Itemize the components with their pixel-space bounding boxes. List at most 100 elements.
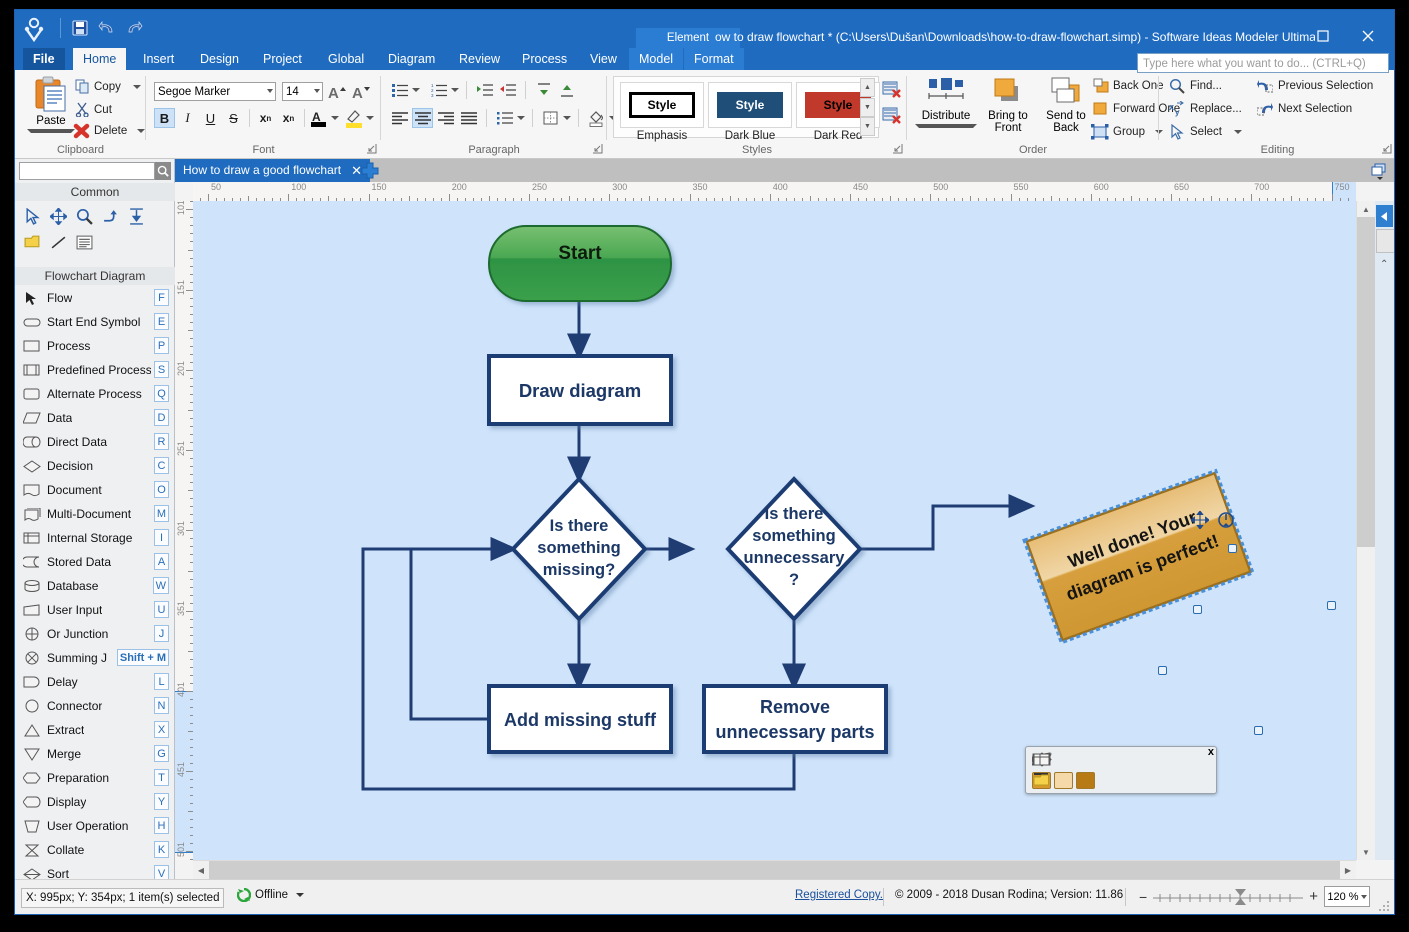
panel-toggle-icon[interactable]: [1369, 162, 1391, 180]
shape-item-collate[interactable]: CollateK: [15, 838, 174, 862]
zoom-out-button[interactable]: −: [1139, 889, 1147, 905]
undo-icon[interactable]: [97, 18, 117, 38]
shape-item-database[interactable]: DatabaseW: [15, 574, 174, 598]
numbered-list-button[interactable]: 123: [428, 80, 449, 100]
select-button[interactable]: Select: [1169, 124, 1242, 140]
shape-item-connector[interactable]: ConnectorN: [15, 694, 174, 718]
nav-caret-icon[interactable]: ⌃: [1380, 259, 1388, 270]
numbered-list-arrow[interactable]: [451, 88, 459, 92]
move-tool-icon[interactable]: [48, 206, 68, 226]
shape-item-multi-document[interactable]: Multi-DocumentM: [15, 502, 174, 526]
delete-button[interactable]: Delete: [73, 123, 145, 139]
swatch-light[interactable]: [1054, 772, 1073, 789]
decrease-indent-button[interactable]: [497, 80, 518, 100]
shape-item-process[interactable]: ProcessP: [15, 334, 174, 358]
handle-top-center[interactable]: [1228, 544, 1237, 553]
line-spacing-button[interactable]: [494, 108, 515, 128]
shape-item-stored-data[interactable]: Stored DataA: [15, 550, 174, 574]
font-dialog-launcher[interactable]: [366, 144, 377, 155]
registered-copy-link[interactable]: Registered Copy.: [795, 889, 883, 901]
diamond-icon[interactable]: [1078, 752, 1098, 767]
distribute-arrow[interactable]: [915, 124, 977, 128]
vertical-scroll-thumb[interactable]: [1357, 217, 1375, 547]
font-family-combo[interactable]: Segoe Marker: [154, 82, 276, 101]
highlight-button[interactable]: [345, 108, 374, 128]
font-color-arrow[interactable]: [331, 116, 339, 120]
paste-dropdown-arrow[interactable]: [27, 129, 75, 133]
line-spacing-arrow[interactable]: [517, 116, 525, 120]
collapse-panel-button[interactable]: [1376, 205, 1393, 227]
lines-icon[interactable]: [1098, 773, 1118, 788]
bold-button[interactable]: B: [154, 108, 175, 128]
zoom-in-button[interactable]: +: [1309, 888, 1318, 905]
subscript-button[interactable]: xn: [255, 108, 276, 128]
connector-tool-icon[interactable]: [100, 206, 120, 226]
highlight-arrow[interactable]: [366, 116, 374, 120]
shape-item-delay[interactable]: DelayL: [15, 670, 174, 694]
handle-middle-left[interactable]: [1158, 666, 1167, 675]
select-arrow[interactable]: [1234, 130, 1242, 134]
redo-icon[interactable]: [124, 18, 144, 38]
shape-item-user-operation[interactable]: User OperationH: [15, 814, 174, 838]
document-tab[interactable]: How to draw a good flowchart ✕: [175, 159, 370, 182]
status-online-state[interactable]: Offline: [237, 888, 304, 902]
editing-dialog-launcher[interactable]: [1381, 144, 1392, 155]
back-one-button[interactable]: Back One: [1093, 78, 1164, 93]
document-icon[interactable]: [1170, 752, 1190, 767]
zoom-tool-icon[interactable]: [74, 206, 94, 226]
shape-item-direct-data[interactable]: Direct DataR: [15, 430, 174, 454]
ellipse-icon[interactable]: [1147, 752, 1167, 767]
font-color-button[interactable]: A: [310, 108, 339, 128]
cut-button[interactable]: Cut: [75, 102, 112, 117]
note-icon[interactable]: [1121, 773, 1141, 788]
group-button[interactable]: Group: [1091, 124, 1163, 140]
status-online-arrow[interactable]: [296, 893, 304, 897]
handle-bottom-left[interactable]: [1254, 726, 1263, 735]
shape-item-summing-junction[interactable]: Summing JShift + M: [15, 646, 174, 670]
borders-button[interactable]: [540, 108, 561, 128]
style-item-dark-blue[interactable]: Style Dark Blue: [708, 82, 792, 142]
shape-item-flow[interactable]: FlowF: [15, 286, 174, 310]
tab-model[interactable]: Model: [629, 48, 683, 70]
distribute-button[interactable]: Distribute: [915, 76, 977, 128]
handle-top-right[interactable]: [1327, 601, 1336, 610]
parallelogram-icon[interactable]: [1055, 752, 1075, 767]
paste-button[interactable]: Paste: [27, 76, 75, 133]
copy-dropdown-arrow[interactable]: [133, 85, 141, 89]
horizontal-ruler[interactable]: 5010015020025030035040045050055060065070…: [193, 182, 1356, 202]
handle-top-left[interactable]: [1193, 605, 1202, 614]
tab-view[interactable]: View: [580, 48, 627, 70]
shape-item-decision[interactable]: DecisionC: [15, 454, 174, 478]
tab-design[interactable]: Design: [190, 48, 249, 70]
new-tab-plus-icon[interactable]: [361, 162, 379, 179]
swatch-dark[interactable]: [1076, 772, 1095, 789]
align-top-button[interactable]: [533, 80, 554, 100]
shape-item-alternate-process[interactable]: Alternate ProcessQ: [15, 382, 174, 406]
copy-button[interactable]: Copy: [75, 79, 141, 94]
horizontal-scrollbar[interactable]: ◀ ▶: [193, 860, 1356, 879]
search-input[interactable]: Type here what you want to do... (CTRL+Q…: [1137, 53, 1389, 73]
line-tool-icon[interactable]: [48, 232, 68, 252]
tab-global[interactable]: Global: [318, 48, 374, 70]
resize-grip[interactable]: [1378, 899, 1390, 911]
bring-to-front-button[interactable]: Bring to Front: [979, 76, 1037, 134]
nav-handle[interactable]: [1376, 229, 1395, 253]
clear-style-button[interactable]: [882, 106, 902, 130]
shape-item-user-input[interactable]: User InputU: [15, 598, 174, 622]
note-tool-icon[interactable]: [22, 232, 42, 252]
palette-search-input[interactable]: [19, 162, 155, 180]
bullet-list-arrow[interactable]: [412, 88, 420, 92]
next-selection-button[interactable]: Next Selection: [1257, 101, 1352, 117]
shape-item-sort[interactable]: SortV: [15, 862, 174, 879]
bullet-list-button[interactable]: [389, 80, 410, 100]
scroll-left-button[interactable]: ◀: [193, 861, 209, 879]
find-button[interactable]: Find...: [1169, 78, 1222, 94]
grow-font-button[interactable]: A: [327, 81, 348, 102]
tab-home[interactable]: Home: [73, 48, 126, 70]
tab-review[interactable]: Review: [449, 48, 510, 70]
shape-item-document[interactable]: DocumentO: [15, 478, 174, 502]
shape-item-predefined-process[interactable]: Predefined ProcessS: [15, 358, 174, 382]
diagram-canvas[interactable]: Start Draw diagram Is there something mi…: [193, 201, 1356, 860]
table-icon[interactable]: [1193, 752, 1213, 767]
underline-button[interactable]: U: [200, 108, 221, 128]
